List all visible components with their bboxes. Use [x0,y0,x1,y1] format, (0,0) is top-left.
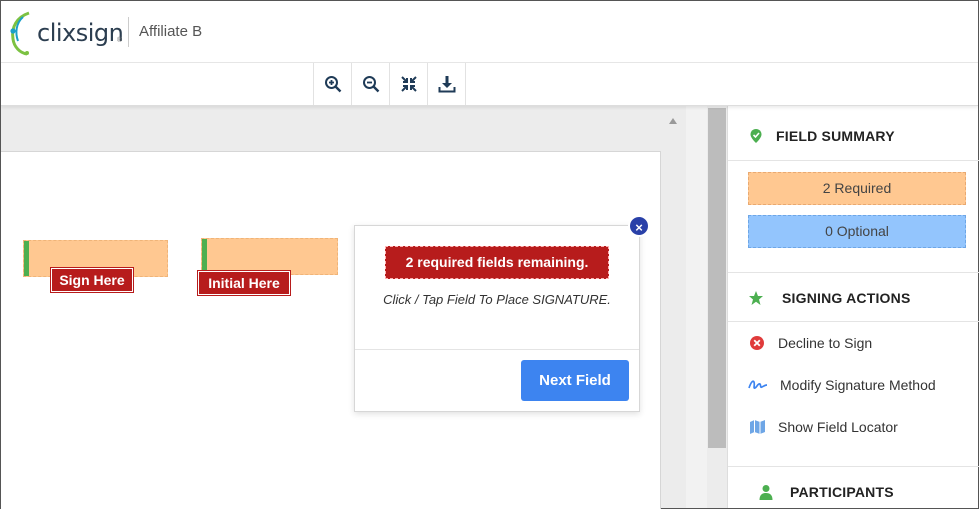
decline-to-sign-label: Decline to Sign [778,335,873,351]
signing-actions-header[interactable]: SIGNING ACTIONS [728,272,979,322]
modify-signature-method-action[interactable]: Modify Signature Method [748,374,936,396]
zoom-out-button[interactable] [352,63,390,105]
download-icon [438,76,455,93]
decline-icon-wrap [748,334,766,352]
required-fields-count[interactable]: 2 Required [748,172,966,205]
affiliate-name: Affiliate B [139,23,203,40]
zoom-in-button[interactable] [314,63,352,105]
popover-instruction: Click / Tap Field To Place SIGNATURE. [383,292,611,307]
signing-guide-popover: 2 required fields remaining. Click / Tap… [354,225,640,412]
location-pin-icon [750,129,762,143]
document-toolbar [1,63,978,106]
decline-to-sign-action[interactable]: Decline to Sign [748,332,872,354]
field-summary-header[interactable]: FIELD SUMMARY [728,111,979,161]
app-header: clixsign ® Affiliate B [1,1,978,63]
decline-icon [750,336,764,350]
signature-icon-wrap [748,376,768,394]
person-icon [759,485,773,500]
clixsign-logo[interactable]: clixsign ® [7,9,125,57]
participants-title: PARTICIPANTS [790,484,894,500]
map-icon-wrap [748,418,766,436]
signature-icon [748,380,768,390]
popover-divider [355,349,639,350]
document-scrollbar[interactable] [707,63,727,508]
fit-page-icon [400,76,417,92]
field-status-indicator [202,239,207,274]
zoom-out-icon [362,76,379,93]
participants-header[interactable]: PARTICIPANTS [728,466,979,509]
zoom-in-icon [324,76,341,93]
optional-fields-count[interactable]: 0 Optional [748,215,966,248]
show-field-locator-action[interactable]: Show Field Locator [748,416,898,438]
header-divider [128,17,129,47]
map-icon [749,420,765,434]
required-fields-alert: 2 required fields remaining. [385,246,609,279]
show-field-locator-label: Show Field Locator [778,419,898,435]
field-status-indicator [24,241,29,276]
close-icon[interactable]: × [628,215,650,237]
signing-actions-title: SIGNING ACTIONS [782,290,911,306]
logo-text: clixsign [37,19,124,47]
logo-mark-icon [10,11,30,56]
scroll-up-arrow-icon[interactable] [669,118,677,124]
modify-signature-method-label: Modify Signature Method [780,377,936,393]
next-field-button[interactable]: Next Field [521,360,629,401]
panel-gutter [686,63,707,508]
logo-registered-mark: ® [117,37,123,44]
fit-page-button[interactable] [390,63,428,105]
field-summary-title: FIELD SUMMARY [776,128,895,144]
right-side-panel: FIELD SUMMARY 2 Required 0 Optional SIGN… [727,106,979,509]
sign-here-tag[interactable]: Sign Here [51,268,133,292]
scrollbar-thumb[interactable] [708,108,726,448]
download-button[interactable] [428,63,466,105]
star-icon [749,291,763,305]
toolbar-button-group [313,63,466,105]
initial-here-tag[interactable]: Initial Here [198,271,290,295]
initial-field[interactable] [201,238,338,275]
